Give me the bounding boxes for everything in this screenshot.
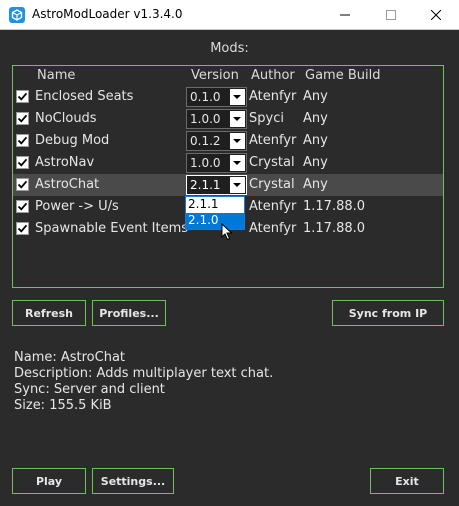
mod-name: NoClouds [35,111,97,126]
version-select[interactable]: 1.0.0 [186,109,247,129]
mod-name: AstroNav [35,155,95,170]
mod-list[interactable]: Name Version Author Game Build Enclosed … [12,65,444,288]
column-header-name[interactable]: Name [37,68,75,83]
mod-enabled-checkbox[interactable] [16,90,29,103]
info-sync: Sync: Server and client [14,382,165,397]
close-icon [431,10,441,20]
chevron-down-icon[interactable] [230,155,245,171]
mod-row[interactable]: NoClouds 1.0.0 Spyci Any [13,108,443,130]
play-button[interactable]: Play [12,468,86,494]
mod-game-build: Any [303,155,328,170]
version-option-highlighted[interactable]: 2.1.0 [186,213,244,229]
version-select[interactable]: 0.1.2 [186,131,247,151]
mod-enabled-checkbox[interactable] [16,112,29,125]
mod-name: Enclosed Seats [35,89,134,104]
version-select[interactable]: 1.0.0 [186,153,247,173]
mod-author: Crystal [249,177,295,192]
mod-game-build: 1.17.88.0 [303,221,366,236]
window-title: AstroModLoader v1.3.4.0 [32,7,183,21]
info-description: Description: Adds multiplayer text chat. [14,366,274,381]
mod-name: Debug Mod [35,133,110,148]
chevron-down-icon[interactable] [230,111,245,127]
version-dropdown-list[interactable]: 2.1.1 2.1.0 [185,196,245,230]
mod-name: AstroChat [35,177,100,192]
settings-button[interactable]: Settings... [92,468,174,494]
info-size: Size: 155.5 KiB [14,398,112,413]
version-value: 2.1.1 [190,178,221,192]
mod-enabled-checkbox[interactable] [16,156,29,169]
column-header-version[interactable]: Version [191,68,239,83]
mod-author: Atenfyr [249,89,297,104]
mod-enabled-checkbox[interactable] [16,222,29,235]
mod-row[interactable]: Enclosed Seats 0.1.0 Atenfyr Any [13,86,443,108]
mod-name: Spawnable Event Items [35,221,189,236]
profiles-button[interactable]: Profiles... [92,300,166,326]
version-value: 0.1.0 [190,90,221,104]
title-bar: AstroModLoader v1.3.4.0 [0,0,459,30]
chevron-down-icon[interactable] [230,89,245,105]
mod-enabled-checkbox[interactable] [16,200,29,213]
mod-game-build: Any [303,177,328,192]
mod-row[interactable]: Debug Mod 0.1.2 Atenfyr Any [13,130,443,152]
mod-author: Atenfyr [249,133,297,148]
version-value: 1.0.0 [190,156,221,170]
version-option[interactable]: 2.1.1 [186,197,244,213]
mod-game-build: Any [303,133,328,148]
column-header-game-build[interactable]: Game Build [305,68,380,83]
maximize-icon [386,10,396,20]
refresh-button[interactable]: Refresh [12,300,86,326]
minimize-icon [340,14,350,16]
mouse-cursor-icon [221,223,233,241]
version-value: 0.1.2 [190,134,221,148]
version-select-open[interactable]: 2.1.1 [186,175,247,195]
app-cube-icon [9,7,25,23]
minimize-button[interactable] [322,0,368,30]
mod-author: Atenfyr [249,221,297,236]
mod-enabled-checkbox[interactable] [16,134,29,147]
info-name: Name: AstroChat [14,350,126,365]
mod-enabled-checkbox[interactable] [16,178,29,191]
mod-row-selected[interactable]: AstroChat 2.1.1 Crystal Any [13,174,443,196]
maximize-button[interactable] [368,0,414,30]
mod-game-build: Any [303,111,328,126]
mod-name: Power -> U/s [35,199,119,214]
close-button[interactable] [413,0,459,30]
version-value: 1.0.0 [190,112,221,126]
mod-author: Atenfyr [249,199,297,214]
exit-button[interactable]: Exit [370,468,444,494]
mod-author: Spyci [249,111,284,126]
mod-row[interactable]: AstroNav 1.0.0 Crystal Any [13,152,443,174]
sync-from-ip-button[interactable]: Sync from IP [332,300,444,326]
chevron-down-icon[interactable] [230,133,245,149]
mods-heading: Mods: [210,41,249,56]
mod-game-build: 1.17.88.0 [303,199,366,214]
column-header-author[interactable]: Author [251,68,295,83]
mod-author: Crystal [249,155,295,170]
version-select[interactable]: 0.1.0 [186,87,247,107]
mod-game-build: Any [303,89,328,104]
chevron-down-icon[interactable] [230,177,245,193]
